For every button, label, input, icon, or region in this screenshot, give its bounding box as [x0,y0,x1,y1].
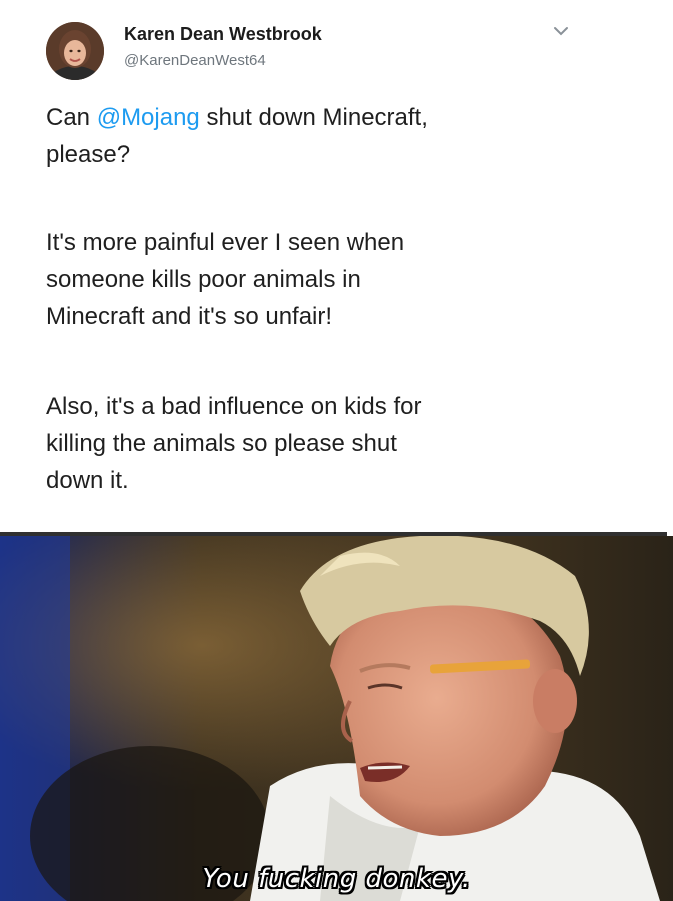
tweet-line: Minecraft and it's so unfair! [46,303,333,330]
tweet-line: killing the animals so please shut [46,430,397,457]
mention-link[interactable]: @Mojang [97,104,200,131]
tweet-line: It's more painful ever I seen when [46,229,405,256]
tweet-paragraph-1: Can @Mojang shut down Minecraft, please? [46,99,606,173]
tweet-line: please? [46,141,131,168]
tweet-line: down it. [46,467,129,494]
author-name[interactable]: Karen Dean Westbrook [124,24,322,45]
tweet-paragraph-2: It's more painful ever I seen when someo… [46,224,606,335]
tweet-text: shut down Minecraft, [199,104,428,131]
meme-image [0,536,673,901]
tweet-text: Can [46,104,97,131]
tweet-line: someone kills poor animals in [46,266,361,293]
tweet-line: Can @Mojang shut down Minecraft, [46,99,606,136]
author-handle[interactable]: @KarenDeanWest64 [124,52,266,69]
tweet-paragraph-3: Also, it's a bad influence on kids for k… [46,388,606,499]
tweet-line: Also, it's a bad influence on kids for [46,393,422,420]
avatar[interactable] [46,22,104,80]
tweet-card: Karen Dean Westbrook @KarenDeanWest64 Ca… [0,0,673,532]
meme-caption: You fucking donkey. [202,864,471,894]
chevron-down-icon[interactable] [552,24,570,38]
